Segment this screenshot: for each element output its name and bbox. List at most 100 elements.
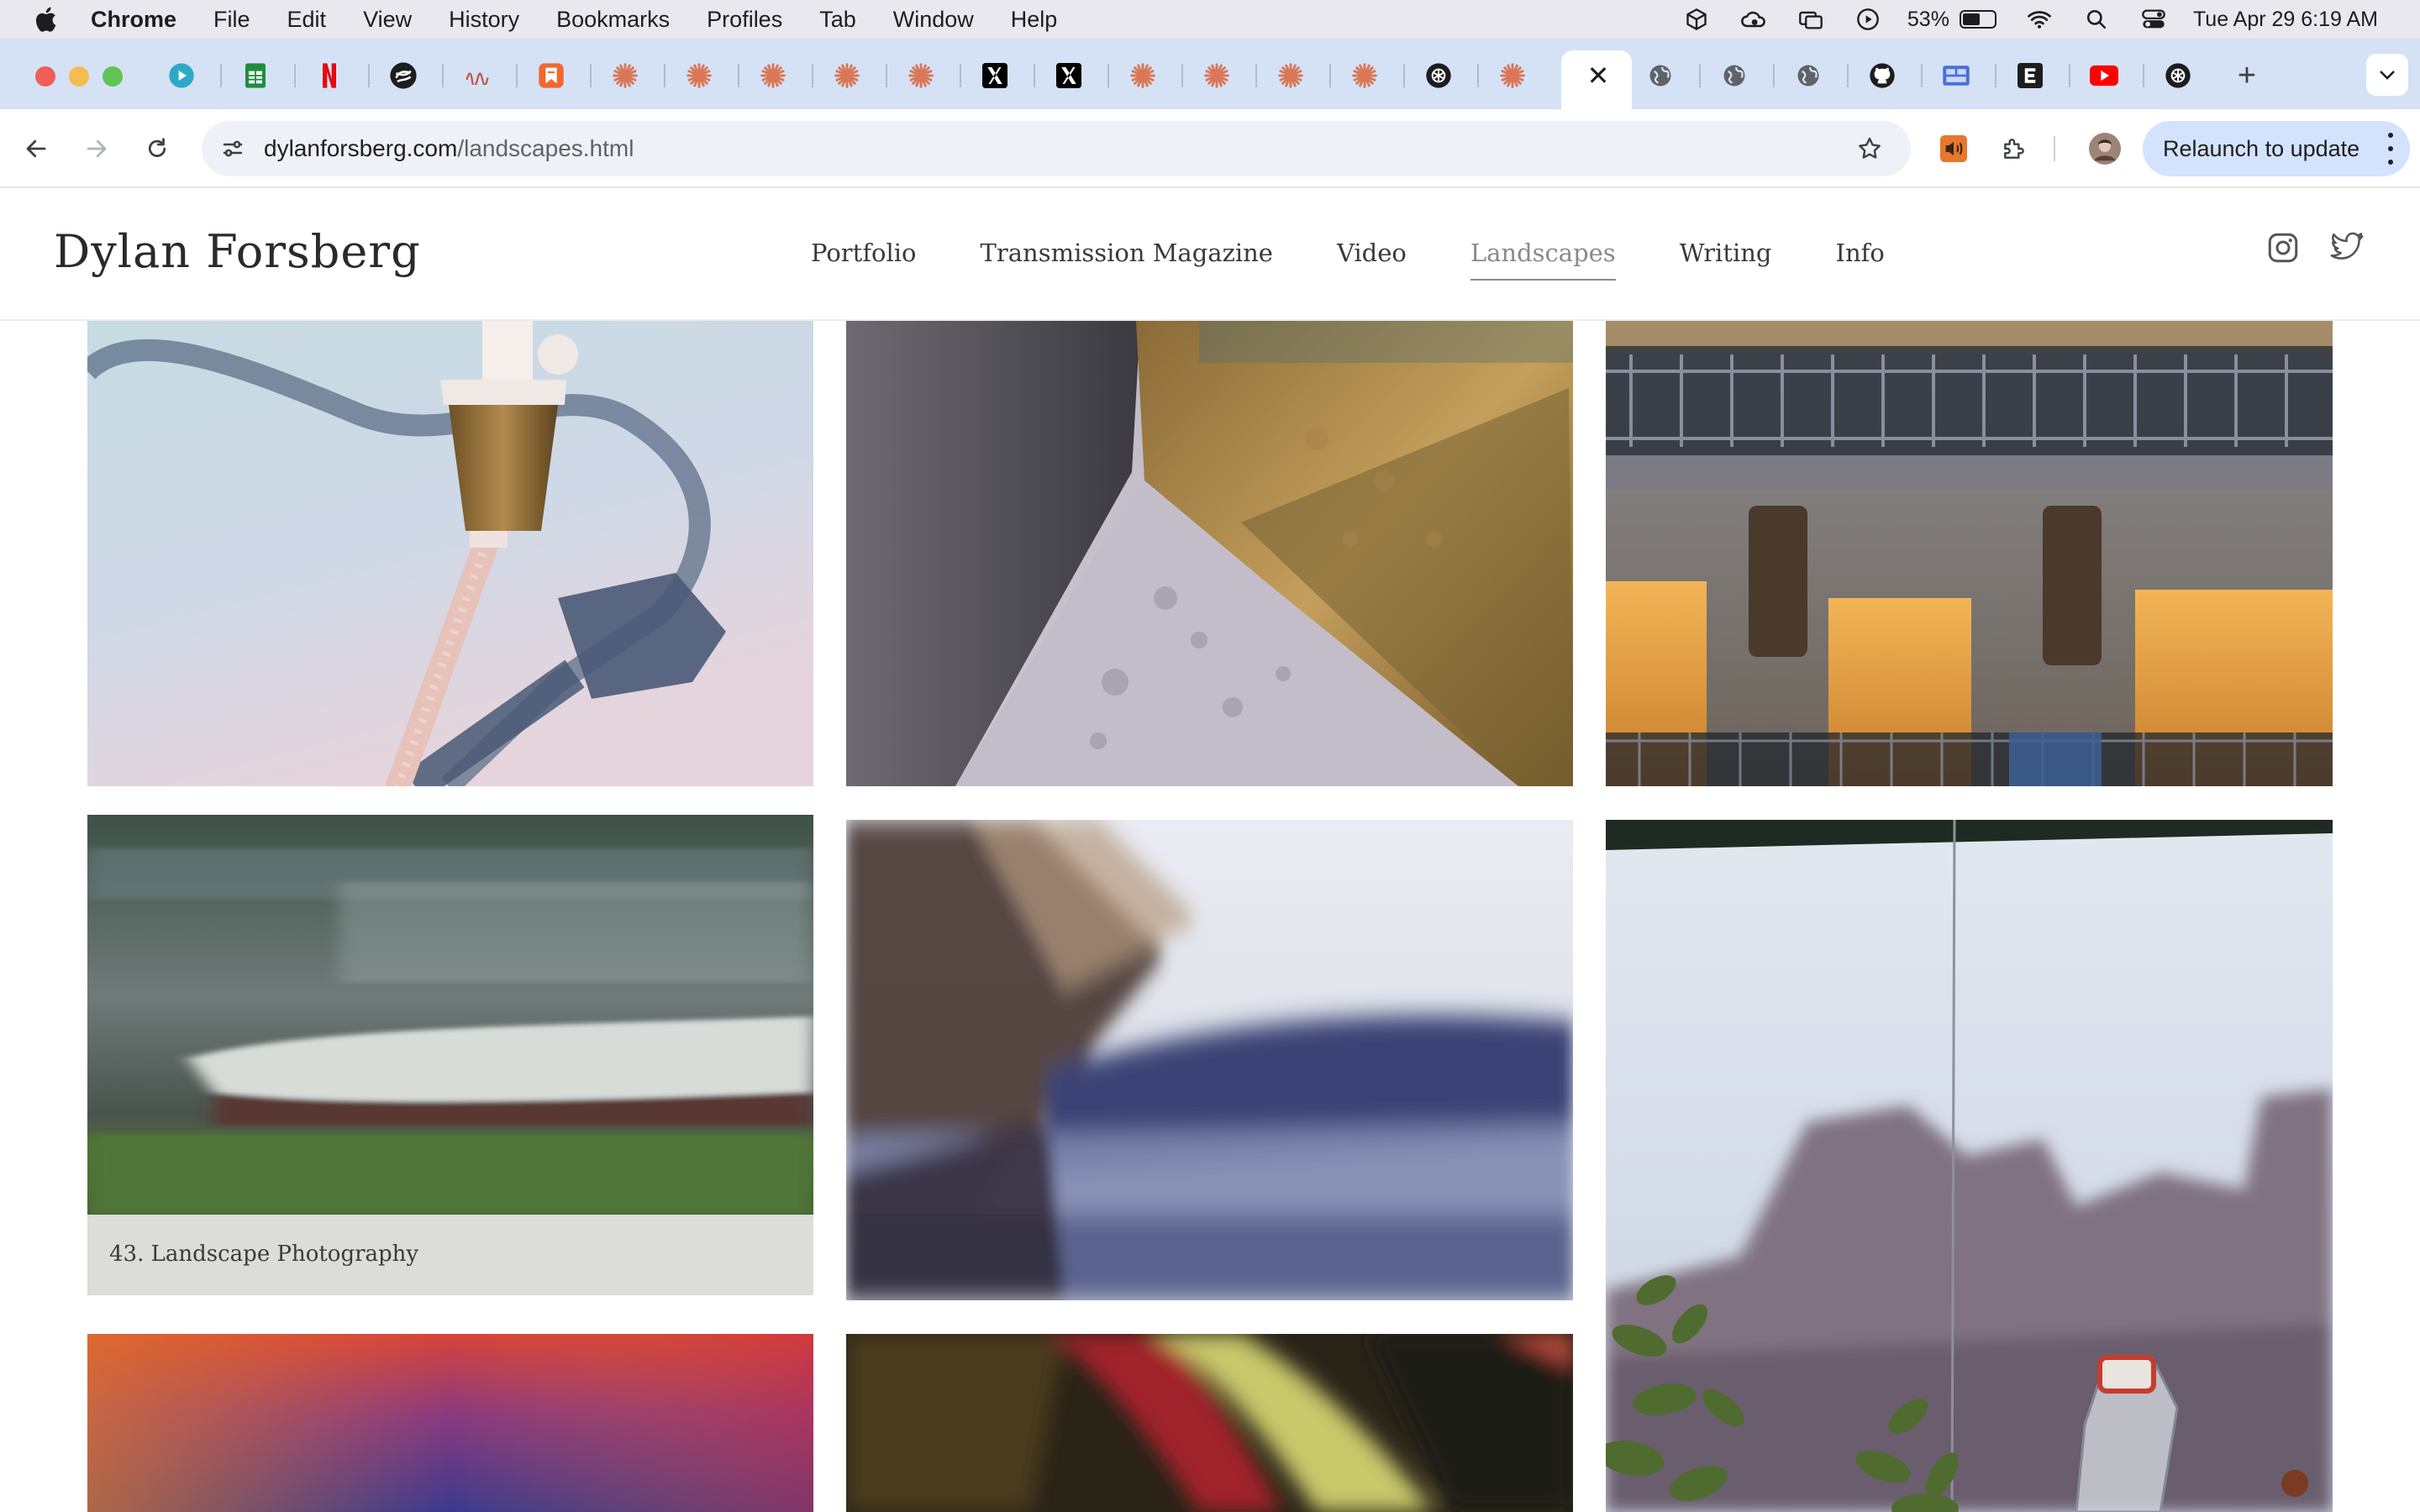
nav-info[interactable]: Info [1836,239,1885,281]
screen-mirroring-icon[interactable] [1797,7,1825,32]
tab-sheets-icon[interactable] [239,59,272,92]
window-maximize-button[interactable] [103,66,123,87]
photo-blurred-trees [846,820,1573,1300]
profile-avatar[interactable] [2087,131,2123,166]
cloud-sync-icon[interactable] [1739,7,1768,32]
photo-balconies [1606,321,2333,786]
tab-globe-icon[interactable] [1791,59,1825,92]
apple-menu-icon[interactable] [32,4,62,34]
control-center-icon[interactable] [2139,7,2168,32]
gallery-photo[interactable] [1606,321,2333,786]
photo-red-purple-gradient [87,1334,813,1512]
tab-chatgpt-icon[interactable] [2161,59,2195,92]
photo-hose-fitting [87,321,813,786]
tab-claude-icon[interactable] [830,59,864,92]
tab-github-icon[interactable] [1865,59,1899,92]
site-nav: Portfolio Transmission Magazine Video La… [811,239,1949,281]
site-title[interactable]: Dylan Forsberg [54,225,421,278]
photo-dark-abstract [846,1334,1573,1512]
tab-claude-icon[interactable] [608,59,642,92]
tab-x-icon[interactable] [978,59,1012,92]
browser-toolbar: dylanforsberg.com/landscapes.html Relaun… [0,109,2420,188]
menu-profiles[interactable]: Profiles [707,7,782,33]
tab-claude-icon[interactable] [1496,59,1529,92]
tab-claude-icon[interactable] [1348,59,1381,92]
menu-edit[interactable]: Edit [287,7,327,33]
tab-search-chevron-icon[interactable] [2366,54,2408,96]
wifi-icon[interactable] [2025,7,2054,32]
tab-claude-icon[interactable] [1274,59,1307,92]
menu-tab[interactable]: Tab [819,7,856,33]
photo-caption: 43. Landscape Photography [87,1215,813,1295]
tab-chatgpt-icon[interactable] [1422,59,1455,92]
nav-landscapes[interactable]: Landscapes [1470,239,1616,281]
spotlight-search-icon[interactable] [2082,7,2111,32]
twitter-icon[interactable] [2328,228,2366,267]
menu-file[interactable]: File [213,7,250,33]
nav-portfolio[interactable]: Portfolio [811,239,917,281]
nav-video[interactable]: Video [1337,239,1407,281]
gallery-photo[interactable] [87,1334,813,1512]
tab-youtube-icon[interactable] [2087,59,2121,92]
tab-squiggle-icon[interactable] [460,59,494,92]
tab-video-player-icon[interactable] [165,59,198,92]
new-tab-button[interactable]: + [2230,59,2264,92]
app-menu-chrome[interactable]: Chrome [91,7,176,33]
relaunch-label: Relaunch to update [2163,136,2360,161]
site-header: Dylan Forsberg Portfolio Transmission Ma… [0,188,2420,321]
landscape-gallery: 43. Landscape Photography [0,321,2420,1512]
reload-button[interactable] [138,129,176,168]
tab-globe-icon[interactable] [1644,59,1677,92]
tab-slides-icon[interactable] [1939,59,1973,92]
audio-extension-icon[interactable] [1936,131,1971,166]
gallery-photo[interactable] [846,820,1573,1300]
back-button[interactable] [17,129,55,168]
tab-claude-icon[interactable] [682,59,716,92]
toolbar-divider [2054,136,2055,161]
close-tab-icon[interactable]: ✕ [1581,59,1615,92]
site-info-icon[interactable] [213,129,252,168]
menubar-clock[interactable]: Tue Apr 29 6:19 AM [2193,8,2378,32]
forward-button[interactable] [77,129,116,168]
instagram-icon[interactable] [2264,228,2302,267]
tab-claude-icon[interactable] [904,59,938,92]
browser-tab-strip: ✕ + [0,39,2420,109]
address-bar[interactable]: dylanforsberg.com/landscapes.html [202,121,1911,176]
macos-menu-bar: Chrome File Edit View History Bookmarks … [0,0,2420,39]
nav-transmission-magazine[interactable]: Transmission Magazine [981,239,1273,281]
window-minimize-button[interactable] [69,66,89,87]
url-text[interactable]: dylanforsberg.com/landscapes.html [264,135,634,162]
nav-writing[interactable]: Writing [1680,239,1772,281]
photo-brass-corner [846,321,1573,786]
tab-e-letter-icon[interactable] [2013,59,2047,92]
tab-claude-icon[interactable] [756,59,790,92]
photo-plants-bottle [1606,820,2333,1512]
tab-swirl-logo-icon[interactable] [387,59,420,92]
tab-globe-icon[interactable] [1718,59,1751,92]
battery-icon[interactable] [1959,10,1996,29]
gallery-photo[interactable] [87,815,813,1215]
menu-bookmarks[interactable]: Bookmarks [556,7,670,33]
gallery-photo[interactable] [87,321,813,786]
menu-view[interactable]: View [363,7,412,33]
gallery-photo[interactable] [846,321,1573,786]
menu-help[interactable]: Help [1011,7,1058,33]
tab-claude-icon[interactable] [1200,59,1234,92]
gallery-photo[interactable] [1606,820,2333,1512]
battery-percent: 53% [1907,7,1949,31]
window-close-button[interactable] [35,66,55,87]
menu-history[interactable]: History [449,7,519,33]
menu-window[interactable]: Window [893,7,974,33]
gallery-photo[interactable] [846,1334,1573,1512]
cube-status-icon[interactable] [1682,7,1711,32]
extensions-puzzle-icon[interactable] [1996,131,2032,166]
bookmark-star-icon[interactable] [1852,131,1887,166]
caption-text: 43. Landscape Photography [109,1242,419,1267]
tab-claude-icon[interactable] [1126,59,1160,92]
tab-x-icon[interactable] [1052,59,1086,92]
play-circle-icon[interactable] [1854,7,1882,32]
tab-bookmark-app-icon[interactable] [534,59,568,92]
chrome-menu-icon[interactable] [2386,133,2395,165]
relaunch-to-update-button[interactable]: Relaunch to update [2143,121,2410,176]
tab-netflix-icon[interactable] [313,59,346,92]
